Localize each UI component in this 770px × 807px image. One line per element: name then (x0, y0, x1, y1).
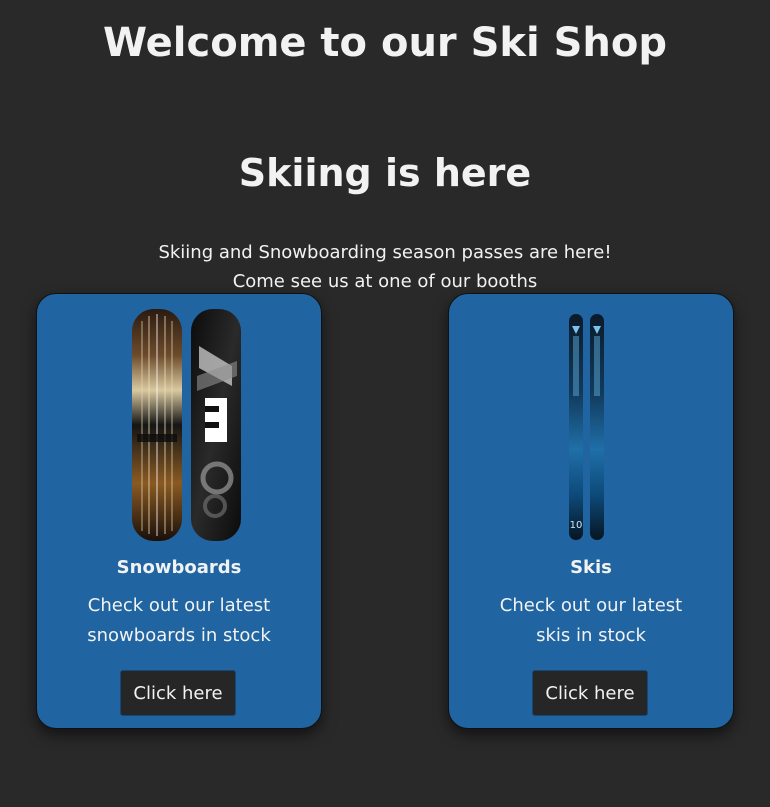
skis-card: 10 Skis Check out our latest skis in sto… (448, 293, 734, 729)
card-title: Skis (570, 557, 612, 578)
hero-text: Skiing and Snowboarding season passes ar… (0, 238, 770, 296)
hero-title: Skiing is here (238, 151, 532, 195)
hero-line-1: Skiing and Snowboarding season passes ar… (158, 242, 612, 263)
skis-click-button[interactable]: Click here (532, 670, 648, 716)
card-title: Snowboards (116, 557, 242, 578)
snowboards-click-button[interactable]: Click here (120, 670, 236, 716)
hero-line-2: Come see us at one of our booths (232, 271, 538, 292)
snowboards-image (132, 309, 241, 541)
page: Welcome to our Ski Shop Skiing is here S… (0, 0, 770, 807)
skis-image: 10 (569, 314, 604, 540)
page-title: Welcome to our Ski Shop (102, 20, 668, 66)
svg-text:10: 10 (570, 520, 583, 531)
card-text: Check out our latest snowboards in stock (87, 595, 271, 646)
snowboards-card: Snowboards Check out our latest snowboar… (36, 293, 322, 729)
card-text: Check out our latest skis in stock (499, 595, 683, 646)
